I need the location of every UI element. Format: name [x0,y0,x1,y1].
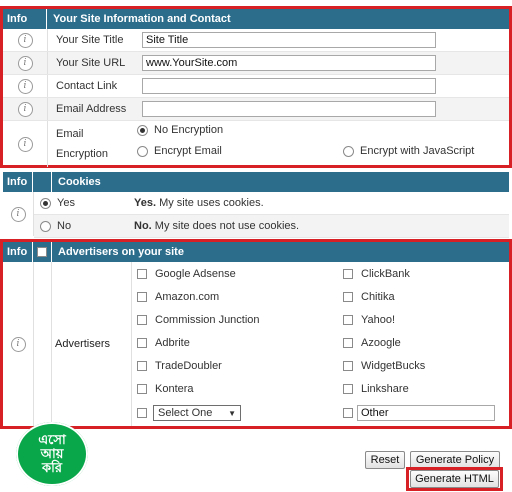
dropdown-arrow-icon: ▼ [228,408,236,418]
info-icon[interactable]: i [3,121,48,167]
encrypt-email-radio[interactable]: Encrypt Email [137,145,222,157]
email-address-input[interactable] [142,101,436,117]
cookies-title: Cookies [58,176,101,188]
site-url-input[interactable] [142,55,436,71]
info-icon[interactable]: i [3,75,48,97]
cookies-yes-radio[interactable]: Yes [34,197,134,209]
cookies-section: Info Cookies i Yes Yes. My site uses coo… [3,172,509,238]
info-icon[interactable]: i [3,192,34,236]
info-column-header: Info [3,9,47,29]
site-title-input[interactable] [142,32,436,48]
cookies-header: Info Cookies [3,172,509,192]
other-advertiser-input[interactable] [357,405,495,421]
site-title-label: Your Site Title [56,34,124,46]
adv-chitika[interactable]: Chitika [343,291,395,303]
info-column-header: Info [3,172,33,192]
adv-linkshare[interactable]: Linkshare [343,383,409,395]
email-address-label: Email Address [56,103,127,115]
adv-azoogle[interactable]: Azoogle [343,337,401,349]
adv-commission-junction[interactable]: Commission Junction [137,314,260,326]
adv-select-checkbox[interactable] [137,408,147,418]
adv-other-row[interactable] [343,405,495,421]
advertisers-header: Info Advertisers on your site [3,242,509,262]
info-column-header: Info [3,242,33,262]
encrypt-javascript-radio[interactable]: Encrypt with JavaScript [343,145,474,157]
contact-link-label: Contact Link [56,80,118,92]
reset-button[interactable]: Reset [365,451,405,469]
adv-other-checkbox[interactable] [343,408,353,418]
adv-widgetbucks[interactable]: WidgetBucks [343,360,425,372]
info-icon[interactable]: i [3,52,48,74]
advertisers-section: Info Advertisers on your site i Advertis… [0,239,512,429]
cookies-no-description: No. My site does not use cookies. [134,220,300,232]
advertiser-select[interactable]: Select One ▼ [153,405,241,421]
site-info-header: Info Your Site Information and Contact [3,9,509,29]
adv-kontera[interactable]: Kontera [137,383,194,395]
no-encryption-radio[interactable]: No Encryption [137,124,223,136]
adv-tradedoubler[interactable]: TradeDoubler [137,360,222,372]
select-all-checkbox[interactable] [37,247,47,257]
adv-adbrite[interactable]: Adbrite [137,337,190,349]
adv-yahoo[interactable]: Yahoo! [343,314,395,326]
cookies-no-radio[interactable]: No [34,220,134,232]
advertisers-title: Advertisers on your site [58,246,184,258]
site-info-section: Info Your Site Information and Contact i… [0,6,512,168]
adv-google-adsense[interactable]: Google Adsense [137,268,236,280]
email-encryption-label: Email Encryption [56,128,108,160]
logo: এসো আয় করি [16,422,88,486]
adv-clickbank[interactable]: ClickBank [343,268,410,280]
adv-select-row[interactable]: Select One ▼ [137,405,241,421]
cookies-yes-description: Yes. My site uses cookies. [134,197,264,209]
info-icon[interactable]: i [3,262,34,426]
site-info-title: Your Site Information and Contact [53,13,231,25]
generate-html-button[interactable]: Generate HTML [410,470,499,488]
info-icon[interactable]: i [3,98,48,120]
advertisers-label: Advertisers [55,338,111,350]
site-url-label: Your Site URL [56,57,126,69]
contact-link-input[interactable] [142,78,436,94]
adv-amazon[interactable]: Amazon.com [137,291,219,303]
info-icon[interactable]: i [3,29,48,51]
